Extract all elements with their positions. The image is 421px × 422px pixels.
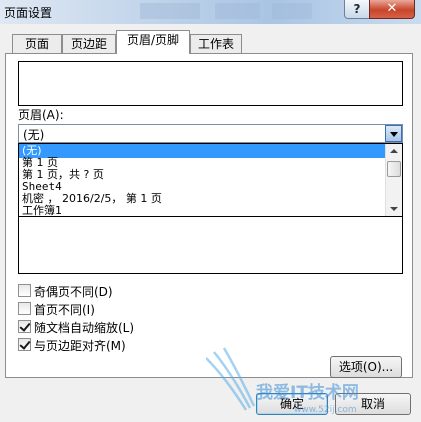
list-item[interactable]: 工作簿1 [19,204,387,216]
tab-sheet[interactable]: 工作表 [190,34,242,54]
footer-preview [18,216,403,274]
header-select-value: (无) [23,128,45,142]
help-button[interactable]: ? [344,0,370,19]
tab-label: 工作表 [197,37,234,51]
tab-header-footer[interactable]: 页眉/页脚 [116,30,190,54]
title-bar: 页面设置 ? ✕ [0,0,421,24]
dropdown-scrollbar[interactable] [385,144,402,216]
checkbox-label: 奇偶页不同(D) [34,285,113,299]
close-button[interactable]: ✕ [369,0,415,19]
scroll-thumb[interactable] [387,161,401,177]
help-icon: ? [353,2,361,16]
header-label: 页眉(A): [18,108,64,122]
checkbox-box[interactable] [18,320,31,333]
checkbox-label: 与页边距对齐(M) [34,339,126,353]
header-dropdown-list[interactable]: (无) 第 1 页 第 1 页，共 ? 页 Sheet4 机密 ， 2016/2… [18,143,403,217]
ok-button[interactable]: 确定 [256,393,328,415]
blurred-region [140,3,200,19]
tab-label: 页面 [24,37,49,51]
options-button[interactable]: 选项(O)... [330,356,402,378]
tab-label: 页边距 [70,37,107,51]
tab-label: 页眉/页脚 [126,33,180,47]
checkbox-label: 首页不同(I) [34,303,95,317]
scroll-up-icon[interactable] [386,144,402,158]
tab-page[interactable]: 页面 [12,34,62,54]
checkbox-box[interactable] [18,302,31,315]
tab-margins[interactable]: 页边距 [62,34,116,54]
chevron-down-icon[interactable] [385,125,402,142]
blurred-region [215,3,260,19]
header-preview [18,61,403,106]
checkbox-box[interactable] [18,338,31,351]
blurred-region [272,3,312,19]
window-title: 页面设置 [4,6,53,20]
header-select[interactable]: (无) [18,124,403,143]
checkbox-box[interactable] [18,284,31,297]
checkbox-label: 随文档自动缩放(L) [34,321,135,335]
close-icon: ✕ [386,1,398,16]
scroll-down-icon[interactable] [386,202,402,216]
cancel-button[interactable]: 取消 [335,393,411,415]
